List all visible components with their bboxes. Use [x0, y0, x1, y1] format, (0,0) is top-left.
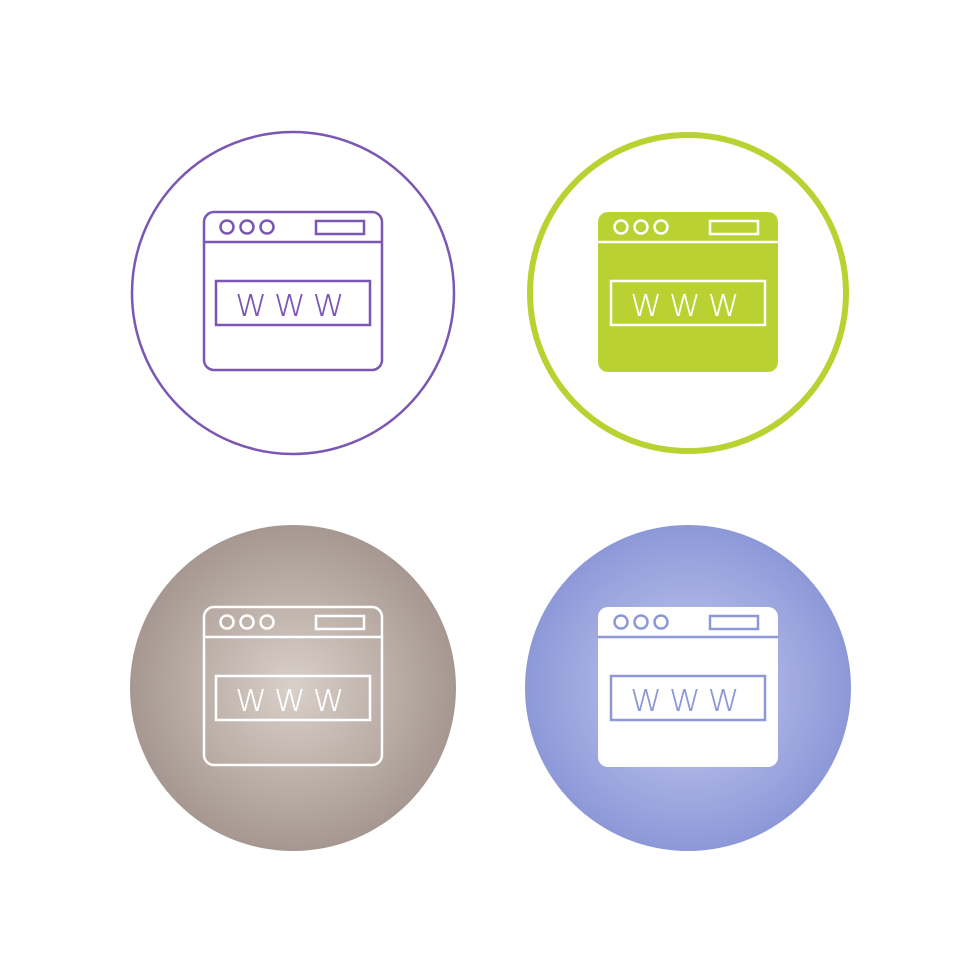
window-dot-icon	[239, 219, 255, 235]
www-label: www	[235, 280, 351, 326]
window-dot-icon	[219, 219, 235, 235]
www-label: www	[630, 675, 746, 721]
icon-set-page: { "icon_set": { "icons": [ { "name": "br…	[0, 0, 980, 980]
browser-www-filled-on-circle-icon: www	[523, 523, 853, 853]
browser-www-filled-icon-graphic: www	[527, 132, 849, 454]
browser-www-outline-icon-graphic: www	[130, 130, 456, 456]
window-dot-icon	[259, 219, 275, 235]
browser-www-outline-on-circle-icon-graphic: www	[130, 525, 456, 851]
browser-www-filled-icon: www	[523, 128, 853, 458]
browser-www-outline-icon: www	[128, 128, 458, 458]
browser-www-outline-on-circle-icon: www	[128, 523, 458, 853]
browser-www-filled-on-circle-icon-graphic: www	[525, 525, 851, 851]
www-label: www	[630, 280, 746, 326]
address-field	[314, 219, 366, 236]
www-label: www	[235, 675, 351, 721]
